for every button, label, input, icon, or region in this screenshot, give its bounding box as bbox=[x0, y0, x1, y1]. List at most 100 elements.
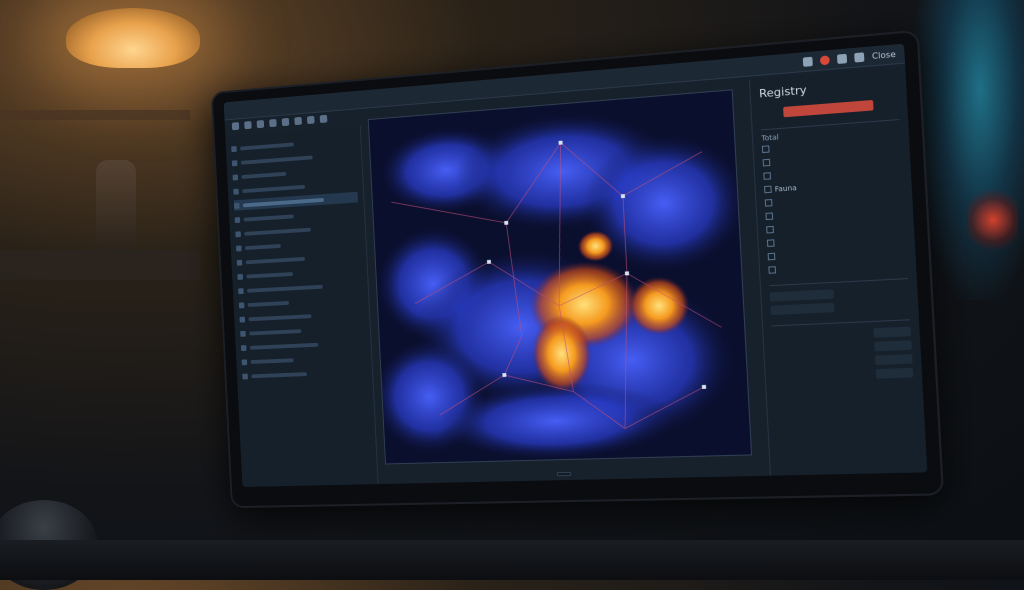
properties-panel: Registry Total Fauna bbox=[749, 67, 927, 476]
layer-label bbox=[247, 284, 323, 292]
layer-row[interactable] bbox=[239, 308, 363, 325]
attribute-name bbox=[763, 172, 774, 180]
attribute-name bbox=[765, 199, 776, 207]
layer-label bbox=[244, 227, 311, 235]
layer-icon bbox=[240, 330, 246, 336]
attribute-value bbox=[873, 194, 904, 196]
layer-label bbox=[249, 329, 301, 335]
link-icon[interactable] bbox=[803, 56, 813, 66]
layer-row[interactable] bbox=[241, 337, 366, 353]
checkbox-icon[interactable] bbox=[768, 253, 776, 261]
checkbox-icon[interactable] bbox=[765, 212, 773, 220]
layer-icon bbox=[232, 160, 238, 166]
layer-icon bbox=[238, 288, 244, 294]
layer-label bbox=[245, 244, 281, 250]
layer-label bbox=[242, 184, 305, 192]
layer-icon bbox=[242, 359, 248, 365]
back-desk bbox=[0, 250, 200, 280]
layer-label bbox=[248, 301, 289, 307]
settings-icon[interactable] bbox=[837, 53, 847, 63]
draw-tool-icon[interactable] bbox=[320, 115, 328, 123]
summary-bar bbox=[770, 303, 834, 315]
panel-title: Registry bbox=[759, 76, 898, 101]
zoom-out-icon[interactable] bbox=[269, 119, 277, 127]
layer-label bbox=[241, 155, 313, 164]
attribute-value bbox=[872, 181, 903, 183]
layer-label bbox=[248, 314, 311, 321]
ceiling-lamp bbox=[66, 8, 200, 68]
attribute-name: Fauna bbox=[764, 183, 797, 193]
layers-panel bbox=[225, 126, 378, 487]
layer-row[interactable] bbox=[242, 366, 367, 382]
bottle bbox=[96, 160, 136, 250]
layer-label bbox=[246, 256, 305, 263]
heatmap-canvas[interactable] bbox=[368, 89, 752, 464]
layer-icon bbox=[234, 202, 240, 208]
screen: Close bbox=[224, 44, 928, 487]
attributes-header-left: Total bbox=[761, 133, 779, 143]
attribute-value bbox=[870, 140, 901, 142]
attributes-list: Fauna bbox=[762, 133, 908, 277]
layer-label bbox=[243, 197, 324, 206]
attribute-value bbox=[875, 235, 906, 237]
attribute-label: Fauna bbox=[775, 183, 797, 193]
attribute-name bbox=[768, 253, 779, 261]
layer-label bbox=[240, 142, 294, 150]
layer-icon bbox=[235, 217, 241, 223]
monitor: Close bbox=[211, 30, 944, 509]
layer-label bbox=[241, 171, 286, 178]
checkbox-icon[interactable] bbox=[763, 172, 771, 180]
checkbox-icon[interactable] bbox=[765, 199, 773, 207]
layer-label bbox=[251, 372, 307, 378]
checkbox-icon[interactable] bbox=[762, 145, 770, 153]
layer-icon bbox=[239, 316, 245, 322]
layer-icon bbox=[233, 188, 239, 194]
checkbox-icon[interactable] bbox=[768, 266, 776, 274]
measure-tool-icon[interactable] bbox=[294, 117, 302, 125]
results-list bbox=[772, 325, 914, 385]
layer-label bbox=[246, 272, 293, 278]
select-tool-icon[interactable] bbox=[307, 116, 315, 124]
selected-value-field[interactable] bbox=[783, 100, 874, 117]
result-bar bbox=[873, 327, 911, 338]
checkbox-icon[interactable] bbox=[763, 159, 771, 167]
checkbox-icon[interactable] bbox=[767, 239, 775, 247]
title-bar-icons: Close bbox=[803, 49, 896, 66]
attribute-value bbox=[874, 222, 905, 224]
attribute-name bbox=[767, 239, 778, 247]
layer-tool-icon[interactable] bbox=[282, 118, 290, 126]
checkbox-icon[interactable] bbox=[764, 186, 772, 194]
attribute-value bbox=[874, 208, 905, 210]
layer-icon bbox=[231, 146, 237, 152]
wall-shelf bbox=[0, 110, 190, 120]
attribute-value bbox=[877, 263, 908, 265]
layer-icon bbox=[237, 259, 243, 265]
attribute-value bbox=[871, 153, 902, 155]
zoom-in-icon[interactable] bbox=[257, 120, 265, 128]
attribute-value bbox=[871, 167, 902, 169]
layer-icon bbox=[242, 373, 248, 379]
result-bar bbox=[876, 368, 914, 379]
layer-icon bbox=[241, 345, 247, 351]
background-red-light bbox=[968, 190, 1018, 250]
layer-icon bbox=[237, 273, 243, 279]
layer-row[interactable] bbox=[241, 351, 366, 367]
map-caption bbox=[557, 472, 571, 476]
bookmark-icon[interactable] bbox=[854, 52, 864, 62]
attribute-name bbox=[762, 145, 773, 153]
summary-bar bbox=[770, 289, 834, 301]
map-view[interactable] bbox=[368, 89, 752, 464]
pointer-tool-icon[interactable] bbox=[232, 122, 239, 130]
layer-label bbox=[250, 342, 319, 349]
pan-tool-icon[interactable] bbox=[244, 121, 251, 129]
attribute-name bbox=[768, 266, 779, 274]
layer-label bbox=[251, 358, 294, 364]
record-icon[interactable] bbox=[820, 55, 830, 65]
layer-row[interactable] bbox=[240, 322, 365, 338]
layer-icon bbox=[236, 245, 242, 251]
result-bar bbox=[874, 340, 912, 351]
close-button[interactable]: Close bbox=[872, 49, 896, 60]
desk-surface bbox=[0, 540, 1024, 580]
attribute-name bbox=[765, 212, 776, 220]
checkbox-icon[interactable] bbox=[766, 226, 774, 234]
